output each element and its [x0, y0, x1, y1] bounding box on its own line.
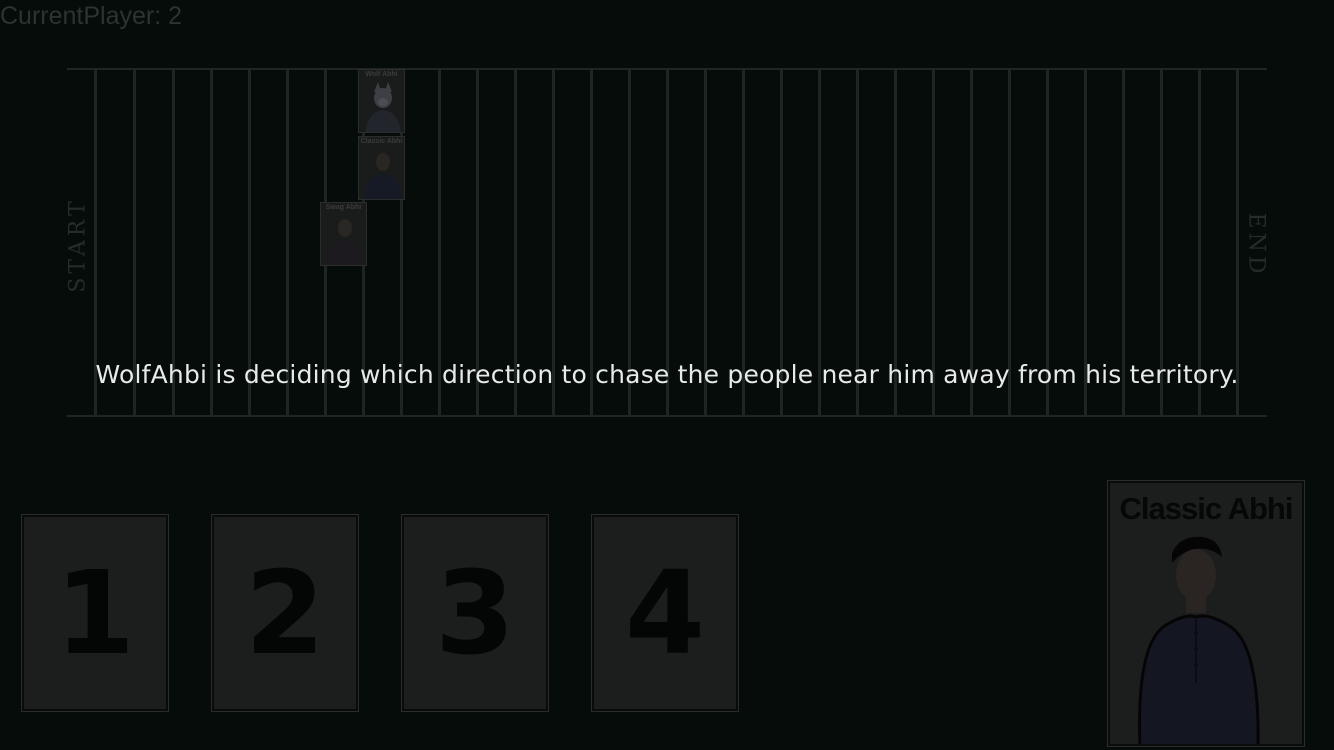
card-number: 4: [624, 547, 706, 681]
token-name: Wolf Abhi: [365, 71, 398, 78]
person-avatar-icon: [326, 219, 364, 265]
character-portrait-icon: [1138, 536, 1260, 744]
card-number: 3: [434, 547, 516, 681]
player-token-swag-abhi[interactable]: Swag Abhi: [320, 202, 367, 266]
wolf-avatar-icon: [365, 82, 401, 132]
token-name: Swag Abhi: [325, 204, 362, 211]
card-number: 2: [244, 547, 326, 681]
start-label: START: [65, 197, 91, 293]
move-card-3[interactable]: 3: [401, 514, 549, 712]
move-card-1[interactable]: 1: [21, 514, 169, 712]
move-card-4[interactable]: 4: [591, 514, 739, 712]
game-message: WolfAhbi is deciding which direction to …: [95, 360, 1239, 389]
game-screen: CurrentPlayer: 2 START END Wolf Abhi Cla…: [0, 0, 1334, 750]
current-player-label: CurrentPlayer: 2: [0, 2, 183, 30]
move-card-2[interactable]: 2: [211, 514, 359, 712]
person-avatar-icon: [364, 153, 402, 199]
card-number: 1: [54, 547, 136, 681]
player-token-wolf-abhi[interactable]: Wolf Abhi: [358, 69, 405, 133]
character-name: Classic Abhi: [1119, 491, 1294, 526]
end-label: END: [1243, 212, 1269, 278]
player-token-classic-abhi[interactable]: Classic Abhi: [358, 136, 405, 200]
current-character-card: Classic Abhi: [1107, 480, 1305, 747]
token-name: Classic Abhi: [360, 138, 403, 145]
